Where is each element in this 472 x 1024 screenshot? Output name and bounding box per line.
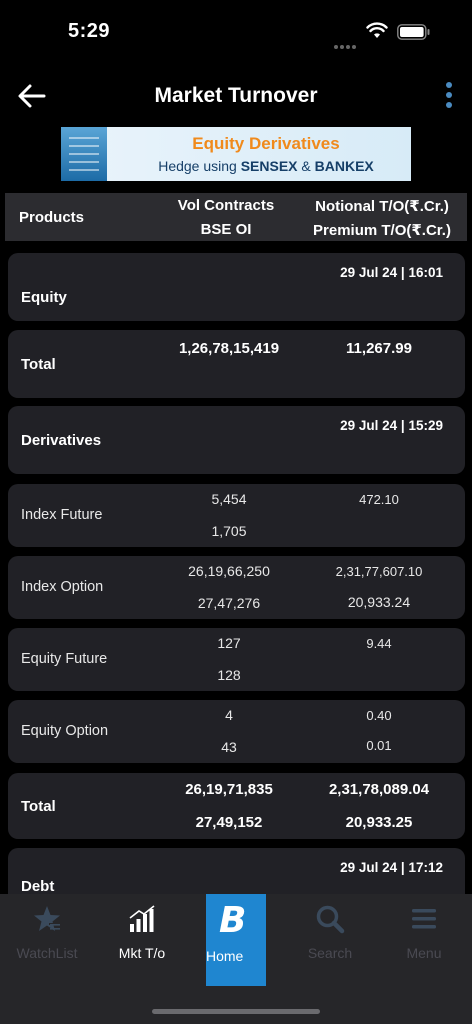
vol-contracts: 26,19,66,250 bbox=[188, 563, 270, 579]
search-icon bbox=[316, 905, 345, 934]
table-row[interactable]: Equity Option 4 43 0.40 0.01 bbox=[8, 700, 465, 763]
cellular-signal-icon bbox=[334, 36, 358, 49]
nav-mkt-to[interactable]: Mkt T/o bbox=[107, 894, 177, 986]
status-time: 5:29 bbox=[68, 20, 111, 42]
nav-home[interactable]: B Home bbox=[206, 894, 266, 986]
section-title: Debt bbox=[21, 878, 55, 894]
nav-search[interactable]: Search bbox=[295, 894, 365, 986]
total-bse-oi: 27,49,152 bbox=[195, 814, 263, 831]
premium-to: 0.01 bbox=[366, 738, 392, 753]
nav-label: Home bbox=[206, 948, 244, 964]
banner-title: Equity Derivatives bbox=[192, 134, 340, 153]
vol-contracts: 5,454 bbox=[211, 491, 247, 507]
section-derivatives: 29 Jul 24 | 15:29 Derivatives bbox=[8, 406, 465, 474]
bottom-navigation: WatchList Mkt T/o B Home Search Menu bbox=[0, 894, 472, 1024]
section-date: 29 Jul 24 | 16:01 bbox=[340, 265, 443, 280]
row-label: Total bbox=[21, 356, 56, 373]
table-row[interactable]: Equity Future 127 128 9.44 bbox=[8, 628, 465, 691]
table-row[interactable]: Index Future 5,454 1,705 472.10 bbox=[8, 484, 465, 547]
total-premium-to: 20,933.25 bbox=[345, 814, 413, 831]
col-header-vol-contracts: Vol Contracts bbox=[177, 197, 275, 214]
bse-building-image bbox=[61, 127, 107, 181]
nav-label: Mkt T/o bbox=[118, 945, 166, 961]
row-label: Total bbox=[21, 798, 56, 815]
vol-contracts: 127 bbox=[217, 635, 241, 651]
equity-total-notional: 11,267.99 bbox=[346, 340, 412, 357]
col-header-notional: Notional T/O(₹.Cr.) bbox=[315, 198, 449, 215]
table-header: Products Vol Contracts BSE OI Notional T… bbox=[5, 193, 467, 241]
section-date: 29 Jul 24 | 15:29 bbox=[340, 418, 443, 433]
col-header-bse-oi: BSE OI bbox=[200, 221, 252, 238]
bse-logo-icon: B bbox=[219, 900, 247, 941]
premium-to: 20,933.24 bbox=[347, 594, 411, 610]
section-title: Derivatives bbox=[21, 432, 102, 449]
bse-oi: 128 bbox=[217, 667, 241, 683]
bse-oi: 1,705 bbox=[211, 523, 247, 539]
equity-total-vol: 1,26,78,15,419 bbox=[178, 340, 280, 357]
notional-to: 2,31,77,607.10 bbox=[335, 564, 423, 579]
bse-oi: 27,47,276 bbox=[197, 595, 261, 611]
page-title: Market Turnover bbox=[154, 84, 318, 107]
section-equity: 29 Jul 24 | 16:01 Equity bbox=[8, 253, 465, 321]
section-title: Equity bbox=[21, 289, 67, 306]
nav-menu[interactable]: Menu bbox=[389, 894, 459, 986]
col-header-products: Products bbox=[19, 209, 85, 226]
row-label: Equity Option bbox=[21, 723, 109, 739]
home-indicator bbox=[152, 1009, 320, 1014]
col-header-premium: Premium T/O(₹.Cr.) bbox=[313, 222, 451, 239]
banner-subtitle: Hedge using SENSEX & BANKEX bbox=[158, 158, 374, 174]
equity-total-row: 1,26,78,15,419 11,267.99 Total bbox=[8, 330, 465, 398]
nav-label: Menu bbox=[406, 945, 442, 961]
nav-label: Search bbox=[307, 945, 353, 961]
more-options-icon[interactable] bbox=[440, 80, 458, 114]
total-vol-contracts: 26,19,71,835 bbox=[185, 781, 273, 798]
nav-watchlist[interactable]: WatchList bbox=[12, 894, 82, 986]
promo-banner[interactable]: Equity Derivatives Hedge using SENSEX & … bbox=[61, 127, 411, 181]
vol-contracts: 4 bbox=[225, 707, 233, 723]
bar-chart-icon bbox=[129, 905, 155, 932]
section-date: 29 Jul 24 | 17:12 bbox=[340, 860, 443, 875]
battery-icon bbox=[397, 24, 430, 40]
notional-to: 472.10 bbox=[359, 492, 399, 507]
nav-label: WatchList bbox=[16, 945, 78, 961]
section-debt: 29 Jul 24 | 17:12 Debt bbox=[8, 848, 465, 894]
notional-to: 0.40 bbox=[366, 708, 392, 723]
row-label: Index Option bbox=[21, 579, 104, 595]
bse-oi: 43 bbox=[221, 739, 237, 755]
table-row[interactable]: Index Option 26,19,66,250 27,47,276 2,31… bbox=[8, 556, 465, 619]
status-bar: 5:29 bbox=[0, 0, 472, 64]
derivatives-total-row: Total 26,19,71,835 27,49,152 2,31,78,089… bbox=[8, 773, 465, 839]
star-icon bbox=[34, 906, 61, 931]
notional-to: 9.44 bbox=[366, 636, 392, 651]
row-label: Equity Future bbox=[21, 651, 108, 667]
menu-icon bbox=[412, 909, 436, 929]
total-notional-to: 2,31,78,089.04 bbox=[328, 781, 430, 798]
row-label: Index Future bbox=[21, 507, 103, 523]
turnover-list[interactable]: 29 Jul 24 | 16:01 Equity 1,26,78,15,419 … bbox=[0, 244, 472, 894]
app-header: Market Turnover bbox=[0, 70, 472, 124]
wifi-icon bbox=[366, 22, 388, 38]
